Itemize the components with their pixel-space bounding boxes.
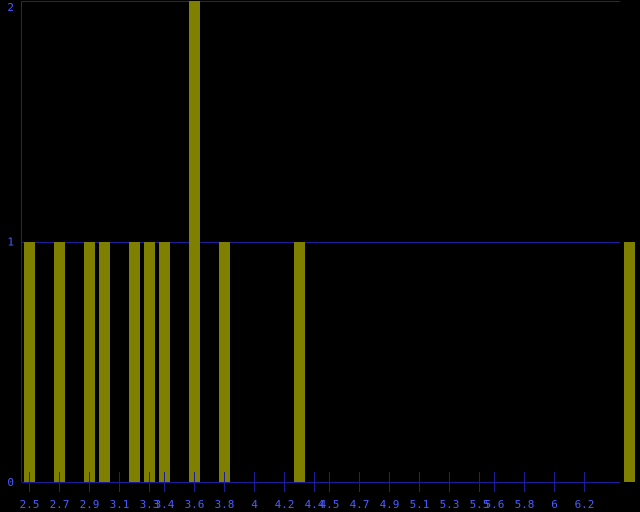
x-tick-label-2.9: 2.9 (80, 498, 100, 511)
x-tick-label-4.2: 4.2 (275, 498, 295, 511)
x-tick-label-5.3: 5.3 (440, 498, 460, 511)
y-tick-label-2: 2 (7, 1, 14, 14)
x-tick-label-5.6: 5.6 (485, 498, 505, 511)
x-tick-label-2.7: 2.7 (50, 498, 70, 511)
x-tick-label-2.5: 2.5 (20, 498, 40, 511)
x-tick-label-4.7: 4.7 (350, 498, 370, 511)
x-tick-label-6: 6 (551, 498, 558, 511)
x-tick-label-6.2: 6.2 (575, 498, 595, 511)
y-tick-label-1: 1 (7, 236, 14, 249)
bar-3.6 (189, 1, 200, 482)
y-tick-labels: 0 1 2 (7, 1, 14, 489)
x-tick-label-4: 4 (251, 498, 258, 511)
x-tick-label-3.4: 3.4 (155, 498, 175, 511)
bar-3 (99, 242, 110, 482)
axes (21, 1, 620, 483)
bar-2.9 (84, 242, 95, 482)
x-tick-label-4.9: 4.9 (380, 498, 400, 511)
bar-6.5 (624, 242, 635, 482)
bar-2.5 (24, 242, 35, 482)
bar-3.8 (219, 242, 230, 482)
bar-4.3 (294, 242, 305, 482)
y-tick-label-0: 0 (7, 476, 14, 489)
x-tick-label-3.1: 3.1 (110, 498, 130, 511)
x-tick-label-3.6: 3.6 (185, 498, 205, 511)
x-tick-label-4.5: 4.5 (320, 498, 340, 511)
x-tick-label-5.8: 5.8 (515, 498, 535, 511)
x-tick-label-3.8: 3.8 (215, 498, 235, 511)
bars (24, 1, 635, 482)
grid-lines (22, 1, 620, 243)
x-tick-label-5.1: 5.1 (410, 498, 430, 511)
bar-2.7 (54, 242, 65, 482)
bar-3.2 (129, 242, 140, 482)
histogram-chart: 012 2.5 2.7 2.9 3.1 3.33.4 3.6 3.8 4 4.2 4.44.5 4.… (7, 1, 635, 511)
bar-3.3 (144, 242, 155, 482)
bar-3.4 (159, 242, 170, 482)
